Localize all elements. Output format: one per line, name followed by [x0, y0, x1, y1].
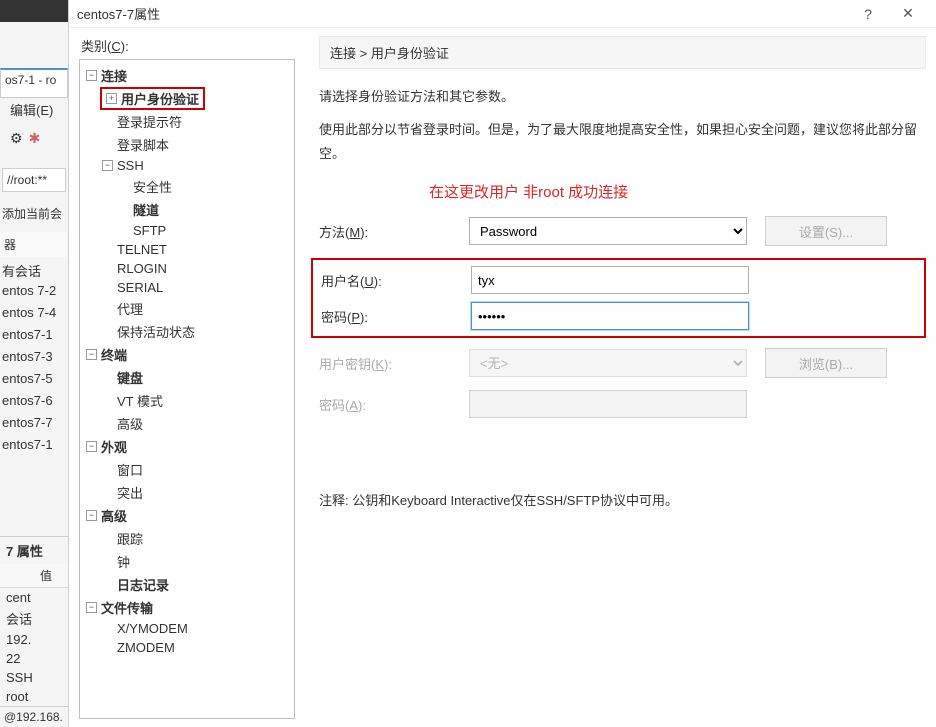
prop-row: cent: [0, 588, 69, 607]
session-item[interactable]: entos7-3: [0, 346, 67, 368]
dialog-titlebar: centos7-7属性 ? ✕: [69, 0, 936, 28]
bg-bottom-panel: 7 属性 值 cent 会话 192. 22 SSH root @192.168…: [0, 536, 69, 727]
session-item[interactable]: entos 7-2: [0, 280, 67, 302]
description-2: 使用此部分以节省登录时间。但是，为了最大限度地提高安全性，如果担心安全问题，建议…: [319, 118, 926, 165]
browse-button[interactable]: 浏览(B)...: [765, 348, 887, 378]
tree-advanced[interactable]: 高级: [101, 506, 127, 525]
method-label: 方法(M):: [319, 222, 469, 241]
tree-xymodem[interactable]: X/YMODEM: [117, 621, 188, 636]
session-item[interactable]: entos7-1: [0, 324, 67, 346]
crumb-connection: 连接: [330, 46, 356, 61]
tree-terminal[interactable]: 终端: [101, 345, 127, 364]
prop-row: 会话: [0, 607, 69, 630]
bg-path-input[interactable]: //root:**: [2, 168, 66, 192]
tree-appearance[interactable]: 外观: [101, 437, 127, 456]
tree-bell[interactable]: 钟: [117, 552, 130, 571]
tree-login-prompt[interactable]: 登录提示符: [117, 112, 182, 131]
tree-zmodem[interactable]: ZMODEM: [117, 640, 175, 655]
collapse-icon[interactable]: −: [86, 349, 97, 360]
userkey-select: <无>: [469, 349, 747, 377]
tree-vtmode[interactable]: VT 模式: [117, 391, 163, 410]
help-button[interactable]: ?: [848, 6, 888, 22]
password2-row: 密码(A):: [319, 390, 926, 418]
dialog-title: centos7-7属性: [77, 4, 160, 23]
password-label: 密码(P):: [321, 307, 471, 326]
userkey-label: 用户密钥(K):: [319, 354, 469, 373]
tree-trace[interactable]: 跟踪: [117, 529, 143, 548]
prop-row: root: [0, 687, 69, 706]
session-item[interactable]: entos7-1: [0, 434, 67, 456]
collapse-icon[interactable]: −: [86, 70, 97, 81]
tree-telnet[interactable]: TELNET: [117, 242, 167, 257]
prop-row: SSH: [0, 668, 69, 687]
toolbar-icon[interactable]: ✱: [29, 130, 41, 147]
bg-titlebar: [0, 0, 69, 22]
session-item[interactable]: entos7-5: [0, 368, 67, 390]
username-label: 用户名(U):: [321, 271, 471, 290]
col-header-value: 值: [40, 567, 52, 584]
session-item[interactable]: entos 7-4: [0, 302, 67, 324]
bg-add-link[interactable]: 添加当前会: [2, 205, 62, 222]
prop-row: 22: [0, 649, 69, 668]
description-1: 请选择身份验证方法和其它参数。: [319, 85, 926, 108]
bg-table-header: 值: [0, 564, 69, 588]
bg-side-header: 器: [0, 232, 67, 257]
tree-keyboard[interactable]: 键盘: [117, 368, 143, 387]
bg-session-list: 有会话 entos 7-2 entos 7-4 entos7-1 entos7-…: [0, 258, 67, 456]
collapse-icon[interactable]: −: [86, 441, 97, 452]
tree-sftp[interactable]: SFTP: [133, 223, 166, 238]
settings-panel: 连接 > 用户身份验证 请选择身份验证方法和其它参数。 使用此部分以节省登录时间…: [295, 36, 926, 719]
crumb-auth: 用户身份验证: [371, 46, 449, 61]
setup-button[interactable]: 设置(S)...: [765, 216, 887, 246]
tree-proxy[interactable]: 代理: [117, 299, 143, 318]
password-input[interactable]: [471, 302, 749, 330]
bg-statusbar: @192.168.: [0, 706, 69, 727]
tree-login-script[interactable]: 登录脚本: [117, 135, 169, 154]
category-tree[interactable]: −连接 +用户身份验证 登录提示符 登录脚本 −SSH 安全性 隧道: [79, 59, 295, 719]
tree-logging[interactable]: 日志记录: [117, 575, 169, 594]
gear-icon[interactable]: ⚙: [10, 130, 23, 147]
password-row: 密码(P):: [321, 302, 916, 330]
tree-highlight[interactable]: 突出: [117, 483, 143, 502]
bg-list-title: 有会话: [0, 258, 67, 280]
tree-tunnel[interactable]: 隧道: [133, 200, 159, 219]
password2-label: 密码(A):: [319, 395, 469, 414]
tree-auth-selected[interactable]: +用户身份验证: [100, 87, 205, 110]
close-button[interactable]: ✕: [888, 5, 928, 22]
session-item[interactable]: entos7-7: [0, 412, 67, 434]
tree-security[interactable]: 安全性: [133, 177, 172, 196]
annotation-text: 在这更改用户 非root 成功连接: [429, 181, 926, 202]
note-text: 注释: 公钥和Keyboard Interactive仅在SSH/SFTP协议中…: [319, 490, 926, 509]
userkey-row: 用户密钥(K): <无> 浏览(B)...: [319, 348, 926, 378]
session-item[interactable]: entos7-6: [0, 390, 67, 412]
tree-advanced-terminal[interactable]: 高级: [117, 414, 143, 433]
bg-toolbar: ⚙ ✱: [10, 130, 40, 147]
bg-tab[interactable]: os7-1 - ro: [0, 68, 68, 98]
expand-icon[interactable]: +: [106, 93, 117, 104]
password2-input: [469, 390, 747, 418]
tree-ssh[interactable]: SSH: [117, 158, 144, 173]
method-select[interactable]: Password: [469, 217, 747, 245]
prop-row: 192.: [0, 630, 69, 649]
tree-filetransfer[interactable]: 文件传输: [101, 598, 153, 617]
breadcrumb: 连接 > 用户身份验证: [319, 36, 926, 69]
bg-prop-rows: cent 会话 192. 22 SSH root: [0, 588, 69, 706]
props-panel-title: 7 属性: [0, 536, 69, 564]
credentials-highlight: 用户名(U): 密码(P):: [311, 258, 926, 338]
collapse-icon[interactable]: −: [86, 602, 97, 613]
collapse-icon[interactable]: −: [102, 160, 113, 171]
tree-rlogin[interactable]: RLOGIN: [117, 261, 167, 276]
tree-connection[interactable]: 连接: [101, 66, 127, 85]
tree-window[interactable]: 窗口: [117, 460, 143, 479]
properties-dialog: centos7-7属性 ? ✕ 类别(C): −连接 +用户身份验证 登录提示符: [68, 0, 936, 727]
method-row: 方法(M): Password 设置(S)...: [319, 216, 926, 246]
tree-keepalive[interactable]: 保持活动状态: [117, 322, 195, 341]
category-label: 类别(C):: [79, 36, 295, 55]
bg-menu-edit[interactable]: 编辑(E): [10, 100, 53, 119]
username-input[interactable]: [471, 266, 749, 294]
background-window: os7-1 - ro 编辑(E) ⚙ ✱ //root:** 添加当前会 器 有…: [0, 0, 70, 727]
tree-serial[interactable]: SERIAL: [117, 280, 163, 295]
username-row: 用户名(U):: [321, 266, 916, 294]
collapse-icon[interactable]: −: [86, 510, 97, 521]
